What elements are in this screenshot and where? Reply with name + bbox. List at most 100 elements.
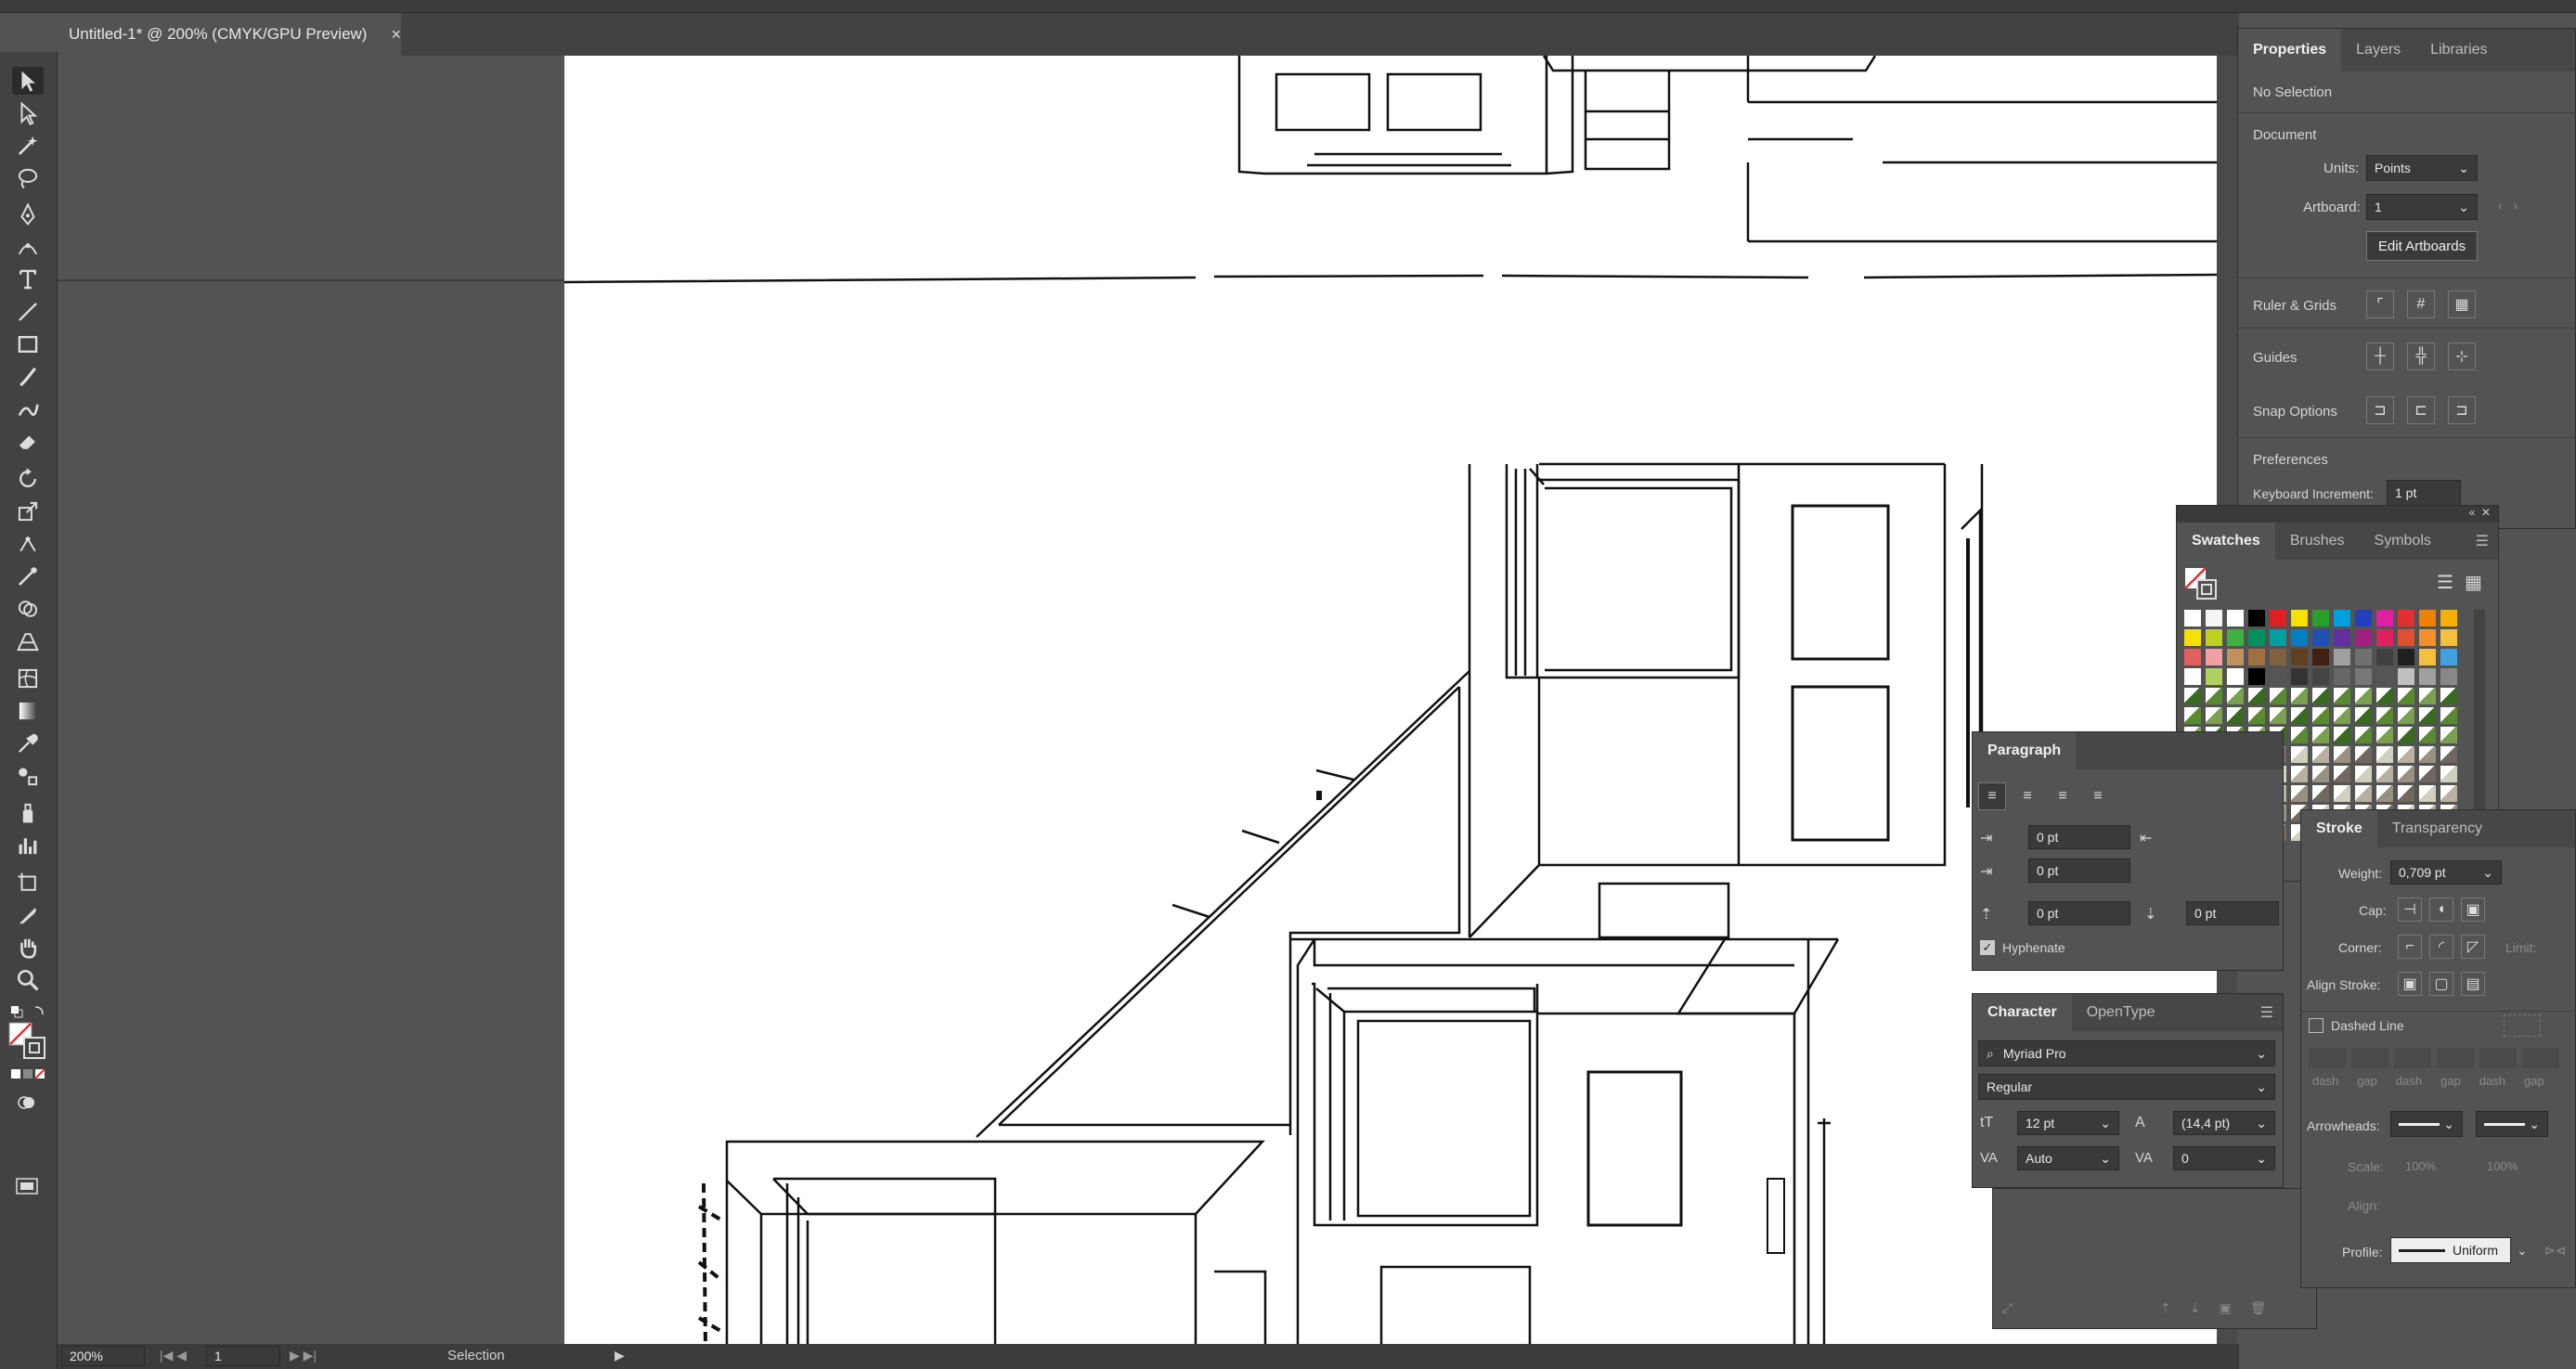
scale-tool-icon[interactable] <box>12 497 44 525</box>
pattern-swatch[interactable] <box>2206 688 2222 704</box>
pattern-swatch[interactable] <box>2398 707 2414 724</box>
dash-field[interactable] <box>2394 1048 2431 1068</box>
color-swatch[interactable] <box>2419 629 2436 646</box>
tab-transparency[interactable]: Transparency <box>2377 810 2497 847</box>
color-swatch[interactable] <box>2248 610 2265 626</box>
color-swatch[interactable] <box>2440 649 2457 665</box>
pattern-swatch[interactable] <box>2376 707 2393 724</box>
color-swatch[interactable] <box>2248 649 2265 665</box>
pattern-swatch[interactable] <box>2312 785 2329 802</box>
pattern-swatch[interactable] <box>2355 785 2372 802</box>
show-guides-icon[interactable]: ┼ <box>2366 342 2394 370</box>
puppet-warp-tool-icon[interactable] <box>12 530 44 558</box>
pattern-swatch[interactable] <box>2398 766 2414 782</box>
color-swatch[interactable] <box>2334 629 2350 646</box>
kerning-field[interactable]: Auto ⌄ <box>2017 1146 2119 1170</box>
pattern-swatch[interactable] <box>2376 688 2393 704</box>
snap-to-grid-icon[interactable]: ⊏ <box>2407 396 2435 424</box>
lock-guides-icon[interactable]: ╬ <box>2407 342 2435 370</box>
color-swatch[interactable] <box>2376 629 2393 646</box>
shaper-tool-icon[interactable] <box>12 395 44 423</box>
pattern-swatch[interactable] <box>2419 766 2436 782</box>
pen-tool-icon[interactable] <box>12 200 44 228</box>
pattern-swatch[interactable] <box>2291 766 2308 782</box>
pattern-swatch[interactable] <box>2270 707 2286 724</box>
upload-icon[interactable]: ⇡ <box>2160 1300 2171 1316</box>
pattern-swatch[interactable] <box>2398 785 2414 802</box>
lasso-tool-icon[interactable] <box>12 164 44 192</box>
color-swatch[interactable] <box>2419 649 2436 665</box>
mesh-tool-icon[interactable] <box>12 665 44 692</box>
pattern-swatch[interactable] <box>2355 766 2372 782</box>
color-swatch[interactable] <box>2270 610 2286 626</box>
butt-cap-icon[interactable]: ⊣ <box>2398 898 2422 922</box>
hand-tool-icon[interactable] <box>12 934 44 962</box>
font-style-select[interactable]: Regular ⌄ <box>1978 1074 2275 1100</box>
color-swatch[interactable] <box>2398 610 2414 626</box>
color-swatch[interactable] <box>2419 668 2436 685</box>
color-swatch[interactable] <box>2355 649 2372 665</box>
leading-field[interactable]: (14,4 pt) ⌄ <box>2173 1111 2275 1135</box>
pattern-swatch[interactable] <box>2291 727 2308 743</box>
keyboard-increment-field[interactable]: 1 pt <box>2387 480 2461 506</box>
color-mode-icons[interactable] <box>9 1065 46 1084</box>
default-colors-icon[interactable] <box>9 1003 46 1022</box>
pattern-swatch[interactable] <box>2440 727 2457 743</box>
pattern-swatch[interactable] <box>2419 688 2436 704</box>
close-tab-icon[interactable]: × <box>391 25 401 45</box>
color-swatch[interactable] <box>2227 668 2244 685</box>
color-swatch[interactable] <box>2440 668 2457 685</box>
first-line-indent-field[interactable]: 0 pt <box>2028 859 2130 883</box>
screen-mode-icon[interactable] <box>13 1175 41 1197</box>
color-swatch[interactable] <box>2312 668 2329 685</box>
round-cap-icon[interactable]: ◖ <box>2429 898 2453 922</box>
align-left-icon[interactable]: ≡ <box>1978 782 2006 810</box>
grid-icon[interactable]: # <box>2407 291 2435 318</box>
pattern-swatch[interactable] <box>2355 707 2372 724</box>
pattern-swatch[interactable] <box>2419 746 2436 763</box>
pixel-snap-icon[interactable]: ⊐ <box>2448 396 2476 424</box>
color-swatch[interactable] <box>2291 610 2308 626</box>
symbol-sprayer-tool-icon[interactable] <box>12 799 44 827</box>
font-size-field[interactable]: 12 pt ⌄ <box>2017 1111 2119 1135</box>
color-swatch[interactable] <box>2270 668 2286 685</box>
line-segment-tool-icon[interactable] <box>12 298 44 326</box>
dashed-line-checkbox[interactable] <box>2309 1018 2324 1033</box>
tab-layers[interactable]: Layers <box>2341 29 2415 71</box>
shape-builder-tool-icon[interactable] <box>12 595 44 623</box>
pattern-swatch[interactable] <box>2440 707 2457 724</box>
pattern-swatch[interactable] <box>2334 746 2350 763</box>
color-swatch[interactable] <box>2248 629 2265 646</box>
direct-selection-tool-icon[interactable] <box>12 99 44 127</box>
align-right-icon[interactable]: ≡ <box>2049 782 2077 810</box>
round-join-icon[interactable]: ◜ <box>2429 935 2453 959</box>
pattern-swatch[interactable] <box>2291 785 2308 802</box>
color-swatch[interactable] <box>2334 610 2350 626</box>
pattern-swatch[interactable] <box>2291 688 2308 704</box>
pattern-swatch[interactable] <box>2419 707 2436 724</box>
rulers-icon[interactable]: ⌜ <box>2366 291 2394 318</box>
color-swatch[interactable] <box>2440 629 2457 646</box>
align-center-icon[interactable]: ≡ <box>2013 782 2041 810</box>
color-swatch[interactable] <box>2270 629 2286 646</box>
fill-stroke-swatch[interactable] <box>7 1021 48 1062</box>
pattern-swatch[interactable] <box>2355 746 2372 763</box>
panel-menu-icon[interactable]: ☰ <box>2260 1003 2283 1022</box>
pattern-swatch[interactable] <box>2334 766 2350 782</box>
rotate-tool-icon[interactable] <box>12 465 44 493</box>
color-swatch[interactable] <box>2376 649 2393 665</box>
color-swatch[interactable] <box>2334 668 2350 685</box>
color-swatch[interactable] <box>2291 649 2308 665</box>
pattern-swatch[interactable] <box>2291 746 2308 763</box>
panel-menu-icon[interactable]: ☰ <box>2476 532 2498 550</box>
curvature-tool-icon[interactable] <box>12 233 44 261</box>
selection-tool-icon[interactable] <box>12 67 44 95</box>
space-after-field[interactable]: 0 pt <box>2186 901 2279 925</box>
space-before-field[interactable]: 0 pt <box>2028 901 2130 925</box>
color-swatch[interactable] <box>2312 610 2329 626</box>
expand-icon[interactable]: ⤢ <box>2002 1300 2013 1316</box>
column-graph-tool-icon[interactable] <box>12 832 44 859</box>
flip-profile-icon[interactable]: ⊳⊲ <box>2544 1243 2566 1259</box>
gap-field[interactable] <box>2351 1048 2388 1068</box>
pattern-swatch[interactable] <box>2355 727 2372 743</box>
